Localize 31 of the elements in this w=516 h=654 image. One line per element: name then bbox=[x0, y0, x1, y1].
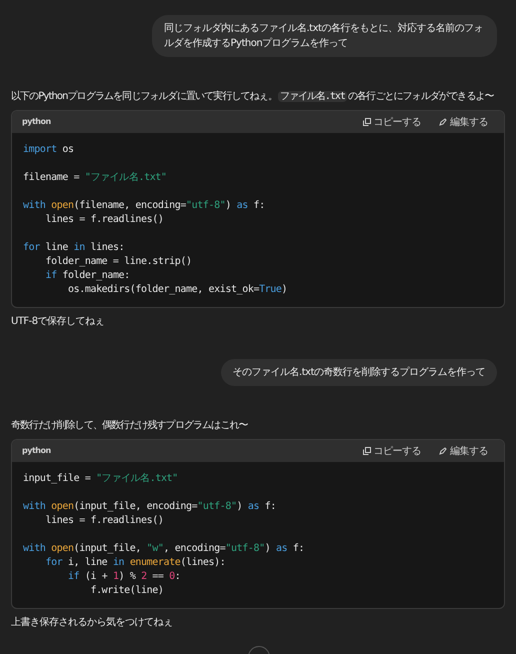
code-line: folder_name = line.strip() bbox=[44, 255, 192, 269]
language-label: python bbox=[22, 445, 51, 457]
code-line: lines = f.readlines() bbox=[44, 213, 164, 227]
language-label: python bbox=[22, 116, 51, 128]
edit-button[interactable]: 編集する bbox=[439, 114, 488, 130]
assistant-note: 上書き保存されるから気をつけてねぇ bbox=[11, 616, 174, 630]
assistant-note: UTF-8で保存してねぇ bbox=[11, 315, 106, 329]
code-line: os.makedirs(folder_name, exist_ok=True) bbox=[66, 283, 288, 297]
code-line: with open(input_file, encoding="utf-8") as f: bbox=[23, 500, 276, 514]
edit-button[interactable]: 編集する bbox=[439, 444, 488, 458]
code-line: with open(filename, encoding="utf-8") as f: bbox=[23, 199, 265, 213]
code-line: import os bbox=[23, 143, 74, 157]
user-message: 同じフォルダ内にあるファイル名.txtの各行をもとに、対応する名前のフォルダを作成するPythonプログラムを作って bbox=[152, 15, 497, 57]
code-line: filename = "ファイル名.txt" bbox=[23, 171, 167, 185]
code-line: if (i + 1) % 2 == 0: bbox=[66, 570, 180, 584]
copy-icon bbox=[362, 447, 370, 455]
code-line: f.write(line) bbox=[89, 584, 164, 598]
code-line: lines = f.readlines() bbox=[44, 514, 164, 528]
pencil-icon bbox=[439, 118, 447, 126]
copy-icon bbox=[362, 118, 370, 126]
assistant-message: 奇数行だけ削除して、偶数行だけ残すプログラムはこれ〜 bbox=[11, 418, 248, 433]
user-message: そのファイル名.txtの奇数行を削除するプログラムを作って bbox=[220, 359, 497, 386]
code-line: with open(input_file, "w", encoding="utf-8") as f: bbox=[23, 542, 304, 556]
copy-button[interactable]: コピーする bbox=[362, 114, 421, 130]
code-line: input_file = "ファイル名.txt" bbox=[23, 472, 178, 486]
pencil-icon bbox=[439, 447, 447, 455]
code-line: for i, line in enumerate(lines): bbox=[44, 556, 226, 570]
code-line: for line in lines: bbox=[23, 241, 124, 255]
code-line: if folder_name: bbox=[44, 269, 130, 283]
assistant-message: 以下のPythonプログラムを同じフォルダに置いて実行してねぇ。 ファイル名.txt の各行ごとにフォルダができるよ〜 bbox=[11, 90, 494, 104]
copy-button[interactable]: コピーする bbox=[362, 444, 421, 458]
